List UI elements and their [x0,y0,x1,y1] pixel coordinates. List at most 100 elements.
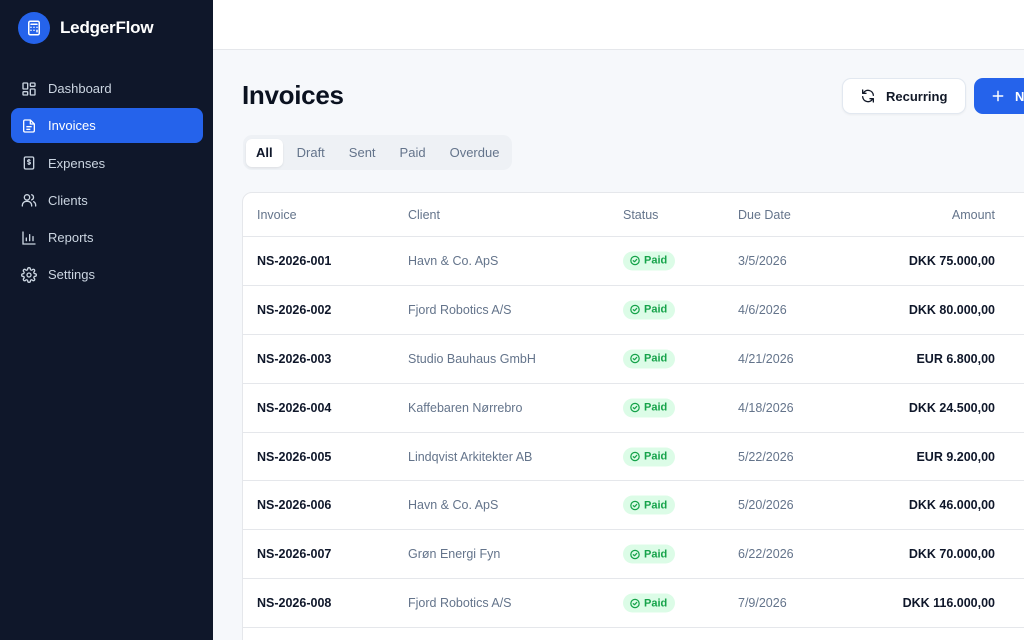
new-invoice-button[interactable]: N [974,78,1024,114]
check-circle-icon [630,256,640,266]
table-row[interactable]: NS-2026-006 Havn & Co. ApS Paid 5/20/202… [243,481,1024,531]
status-label: Paid [644,597,668,610]
column-header-invoice[interactable]: Invoice [257,208,297,222]
brand[interactable]: LedgerFlow [18,12,154,44]
amount: DKK 24.500,00 [908,400,995,415]
amount: DKK 116.000,00 [902,596,995,611]
tab-overdue[interactable]: Overdue [440,139,510,167]
recurring-button-label: Recurring [886,88,948,104]
new-invoice-button-label: N [1015,88,1024,104]
column-header-status[interactable]: Status [623,208,658,222]
amount: EUR 6.800,00 [916,351,995,366]
table-row[interactable]: NS-2026-008 Fjord Robotics A/S Paid 7/9/… [243,579,1024,629]
check-circle-icon [630,353,640,364]
sidebar-nav: Dashboard Invoices Expenses Clients Repo… [11,71,203,295]
due-date: 6/22/2026 [738,547,794,562]
app-name: LedgerFlow [60,18,154,37]
client-name: Grøn Energi Fyn [408,547,501,562]
recurring-button[interactable]: Recurring [842,78,966,114]
tab-all[interactable]: All [246,138,283,167]
status-label: Paid [644,548,668,561]
client-name: Fjord Robotics A/S [408,302,512,317]
column-header-due-date[interactable]: Due Date [738,208,791,222]
table-row[interactable]: NS-2026-005 Lindqvist Arkitekter AB Paid… [243,433,1024,482]
invoices-table: Invoice Client Status Due Date Amount NS… [242,192,1024,640]
client-name: Studio Bauhaus GmbH [408,351,536,366]
invoice-number: NS-2026-005 [257,449,332,464]
refresh-icon [862,89,874,103]
status-label: Paid [644,401,668,414]
amount: DKK 70.000,00 [908,547,995,562]
sidebar-item-label: Expenses [48,155,106,171]
amount: EUR 9.200,00 [916,449,995,464]
invoice-number: NS-2026-006 [257,498,332,513]
check-circle-icon [630,402,640,413]
sidebar-item-clients[interactable]: Clients [11,183,203,218]
plus-icon [992,90,1004,102]
status-filter-tabs: All Draft Sent Paid Overdue [243,135,513,170]
table-row[interactable]: NS-2026-004 Kaffebaren Nørrebro Paid 4/1… [243,384,1024,433]
tab-sent[interactable]: Sent [339,139,386,167]
sidebar-item-dashboard[interactable]: Dashboard [11,71,203,106]
sidebar-item-label: Reports [48,230,94,246]
status-label: Paid [644,254,668,267]
sidebar-item-reports[interactable]: Reports [11,220,203,255]
tab-paid[interactable]: Paid [390,139,436,167]
page-title: Invoices [242,80,344,110]
status-badge: Paid [623,544,676,564]
sidebar-item-label: Settings [48,267,95,283]
due-date: 7/9/2026 [738,596,787,611]
check-circle-icon [630,549,640,560]
sidebar-item-label: Clients [48,192,88,208]
gear-icon [21,267,37,283]
client-name: Fjord Robotics A/S [408,596,512,611]
dashboard-icon [22,81,36,96]
check-circle-icon [630,500,640,511]
client-name: Lindqvist Arkitekter AB [408,449,533,464]
amount: DKK 46.000,00 [908,498,995,513]
invoice-number: NS-2026-008 [257,596,332,611]
due-date: 3/5/2026 [738,253,787,268]
status-badge: Paid [623,495,676,515]
status-badge: Paid [623,447,676,466]
check-circle-icon [630,451,640,462]
file-text-icon [23,119,35,133]
sidebar-item-settings[interactable]: Settings [11,257,203,292]
top-bar [213,0,1024,50]
table-row[interactable]: NS-2026-003 Studio Bauhaus GmbH Paid 4/2… [243,335,1024,384]
invoice-number: NS-2026-002 [257,302,332,317]
due-date: 5/22/2026 [738,449,794,464]
bar-chart-icon [22,231,36,245]
sidebar-item-label: Dashboard [48,81,112,96]
check-circle-icon [630,598,640,608]
status-badge: Paid [623,300,676,320]
client-name: Havn & Co. ApS [408,498,499,513]
status-label: Paid [644,352,668,365]
amount: DKK 80.000,00 [908,302,995,317]
tab-draft[interactable]: Draft [287,139,335,167]
users-icon [21,194,37,208]
client-name: Kaffebaren Nørrebro [408,400,523,415]
invoice-number: NS-2026-007 [257,547,332,562]
table-row[interactable]: NS-2026-007 Grøn Energi Fyn Paid 6/22/20… [243,530,1024,580]
table-row[interactable]: NS-2026-001 Havn & Co. ApS Paid 3/5/2026… [243,237,1024,286]
sidebar-item-label: Invoices [48,118,96,134]
invoice-number: NS-2026-001 [257,253,332,268]
status-badge: Paid [623,593,676,613]
due-date: 5/20/2026 [738,498,794,513]
status-label: Paid [644,303,668,316]
status-label: Paid [644,450,668,463]
table-header: Invoice Client Status Due Date Amount [243,193,1024,237]
calculator-icon [18,12,50,44]
sidebar-item-invoices[interactable]: Invoices [11,108,203,144]
column-header-client[interactable]: Client [408,208,440,222]
column-header-amount[interactable]: Amount [952,208,995,222]
sidebar-item-expenses[interactable]: Expenses [11,146,203,181]
amount: DKK 75.000,00 [908,253,995,268]
table-row[interactable]: NS-2026-002 Fjord Robotics A/S Paid 4/6/… [243,286,1024,335]
invoice-number: NS-2026-003 [257,351,332,366]
client-name: Havn & Co. ApS [408,253,499,268]
due-date: 4/18/2026 [738,400,794,415]
receipt-icon [23,156,35,170]
due-date: 4/21/2026 [738,351,794,366]
